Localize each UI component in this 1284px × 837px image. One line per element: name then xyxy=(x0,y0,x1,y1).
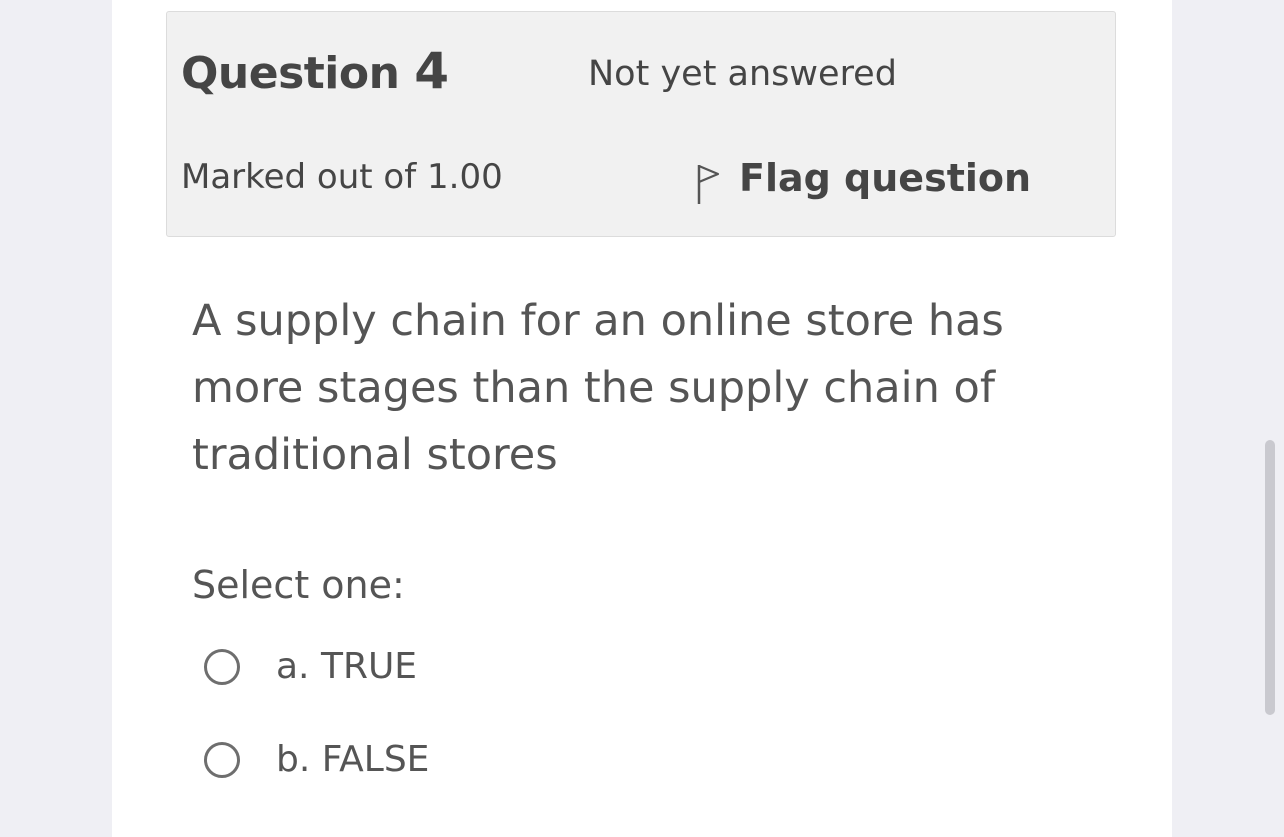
flag-icon xyxy=(697,164,720,204)
answer-prompt: Select one: xyxy=(192,563,405,607)
radio-button-false[interactable] xyxy=(204,741,240,778)
flag-question-label: Flag question xyxy=(739,156,1032,200)
question-state: Not yet answered xyxy=(588,54,897,94)
answer-option-false-label[interactable]: b. FALSE xyxy=(276,739,429,780)
answer-option-true[interactable]: a. TRUE xyxy=(204,646,417,687)
question-grade: Marked out of 1.00 xyxy=(181,157,503,197)
quiz-page: Question 4 Not yet answered Marked out o… xyxy=(112,0,1172,837)
question-text: A supply chain for an online store has m… xyxy=(192,296,1004,480)
question-number: 4 xyxy=(414,42,449,100)
question-title: Question 4 xyxy=(181,42,449,100)
answer-option-false[interactable]: b. FALSE xyxy=(204,739,429,780)
radio-button-true[interactable] xyxy=(204,648,240,685)
flag-question-button[interactable]: Flag question xyxy=(695,150,1031,206)
answer-option-true-label[interactable]: a. TRUE xyxy=(276,646,417,687)
question-title-word: Question xyxy=(181,48,400,99)
question-info-box: Question 4 Not yet answered Marked out o… xyxy=(166,11,1116,237)
scrollbar-thumb[interactable] xyxy=(1265,440,1275,715)
